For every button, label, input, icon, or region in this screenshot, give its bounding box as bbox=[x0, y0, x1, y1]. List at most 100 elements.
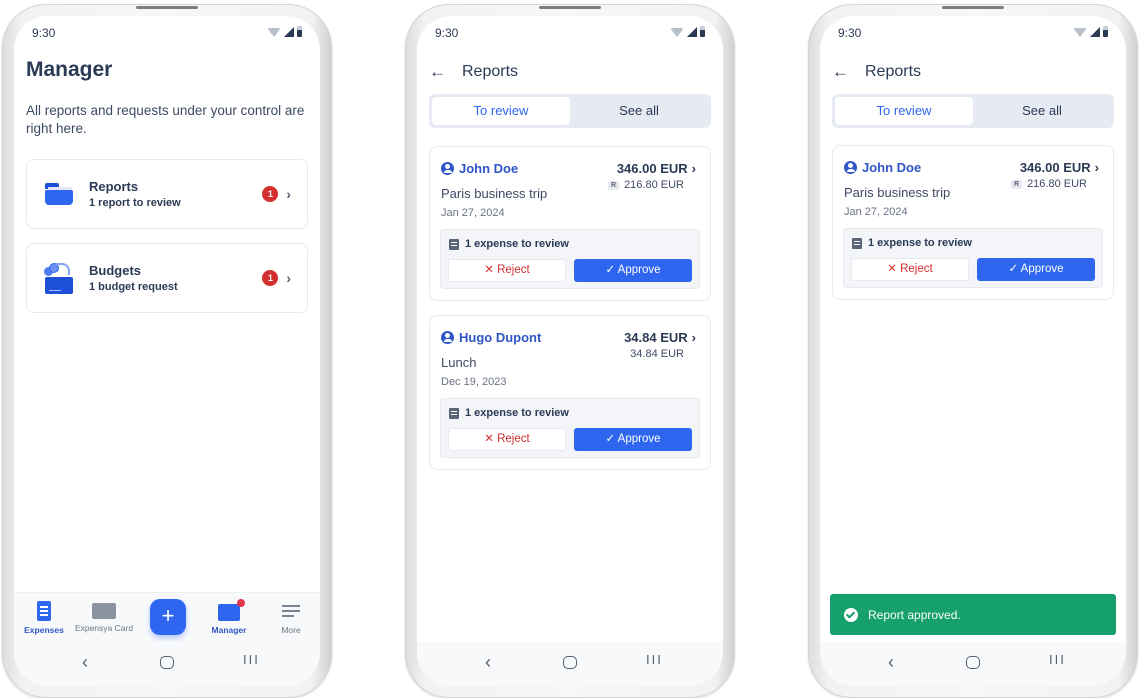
report-purpose: Paris business trip bbox=[441, 186, 548, 201]
reject-button[interactable]: ✕ Reject bbox=[851, 258, 969, 281]
tab-to-review[interactable]: To review bbox=[432, 97, 570, 125]
report-card[interactable]: John Doe Paris business trip Jan 27, 202… bbox=[832, 145, 1114, 300]
screen-reports: 9:30 ← Reports To review See all John Do… bbox=[417, 16, 723, 686]
chevron-right-icon: › bbox=[286, 270, 291, 286]
nav-home-icon[interactable] bbox=[563, 656, 577, 669]
segmented-control: To review See all bbox=[832, 94, 1114, 128]
signal-icon bbox=[284, 27, 294, 37]
expenses-to-review: 1 expense to review bbox=[868, 237, 972, 249]
screen-reports-approved: 9:30 ← Reports To review See all John Do… bbox=[820, 16, 1126, 686]
user-icon bbox=[844, 161, 857, 174]
tab-see-all[interactable]: See all bbox=[973, 97, 1111, 125]
phone-reports: 9:30 ← Reports To review See all John Do… bbox=[405, 4, 735, 698]
employee-name: Hugo Dupont bbox=[459, 330, 542, 345]
status-time: 9:30 bbox=[435, 26, 459, 40]
report-date: Jan 27, 2024 bbox=[441, 207, 505, 219]
back-arrow-icon[interactable]: ← bbox=[832, 62, 849, 82]
nav-home-icon[interactable] bbox=[160, 656, 174, 669]
tab-manager[interactable]: Manager bbox=[199, 599, 259, 635]
speaker bbox=[539, 6, 601, 9]
reimbursable-amount: 34.84 EUR bbox=[630, 348, 684, 360]
tab-label: Manager bbox=[211, 625, 247, 635]
review-panel: 1 expense to review ✕ Reject ✓ Approve bbox=[440, 229, 700, 289]
nav-recents-icon[interactable]: III bbox=[243, 652, 260, 667]
nav-back-icon[interactable]: ‹ bbox=[485, 652, 491, 673]
back-arrow-icon[interactable]: ← bbox=[429, 62, 446, 82]
reject-button[interactable]: ✕ Reject bbox=[448, 428, 566, 451]
check-circle-icon bbox=[844, 607, 858, 622]
nav-back-icon[interactable]: ‹ bbox=[888, 652, 894, 673]
page-title: Manager bbox=[26, 58, 113, 81]
nav-home-icon[interactable] bbox=[966, 656, 980, 669]
tab-more[interactable]: More bbox=[261, 601, 320, 635]
employee-name: John Doe bbox=[862, 160, 922, 175]
screen-manager: 9:30 Manager All reports and requests un… bbox=[14, 16, 320, 686]
success-toast: Report approved. bbox=[830, 594, 1116, 635]
check-icon: ✓ bbox=[605, 264, 616, 276]
tab-label: Expenses bbox=[24, 625, 64, 635]
menu-item-subtitle: 1 report to review bbox=[89, 197, 181, 209]
reports-menu-item[interactable]: Reports 1 report to review 1 › bbox=[26, 159, 308, 229]
system-nav-bar: ‹ III bbox=[417, 642, 723, 686]
tab-to-review[interactable]: To review bbox=[835, 97, 973, 125]
chevron-right-icon: › bbox=[286, 186, 291, 202]
approve-label: Approve bbox=[1020, 263, 1064, 275]
speaker bbox=[942, 6, 1004, 9]
chevron-right-icon: › bbox=[691, 161, 696, 176]
chevron-right-icon: › bbox=[691, 330, 696, 345]
system-nav-bar: ‹ III bbox=[820, 642, 1126, 686]
reject-label: Reject bbox=[497, 433, 530, 445]
reimbursable-amount: 216.80 EUR bbox=[1027, 178, 1087, 190]
add-button[interactable]: + bbox=[150, 599, 186, 635]
page-header: ← Reports bbox=[832, 62, 921, 82]
reject-label: Reject bbox=[900, 263, 933, 275]
budgets-menu-item[interactable]: Budgets 1 budget request 1 › bbox=[26, 243, 308, 313]
menu-item-title: Budgets bbox=[89, 263, 141, 278]
x-icon: ✕ bbox=[484, 433, 494, 445]
battery-icon bbox=[700, 26, 705, 37]
nav-recents-icon[interactable]: III bbox=[646, 652, 663, 667]
wifi-icon bbox=[1073, 28, 1087, 37]
status-time: 9:30 bbox=[838, 26, 862, 40]
user-icon bbox=[441, 162, 454, 175]
notification-dot bbox=[237, 599, 245, 607]
tab-expensya-card[interactable]: Expensya Card bbox=[74, 601, 134, 633]
page-description: All reports and requests under your cont… bbox=[26, 103, 305, 136]
battery-icon bbox=[1103, 26, 1108, 37]
status-bar: 9:30 bbox=[820, 16, 1126, 48]
report-card[interactable]: John Doe Paris business trip Jan 27, 202… bbox=[429, 146, 711, 301]
reimbursable-badge: R bbox=[1011, 179, 1023, 189]
budget-icon bbox=[43, 263, 75, 294]
tab-label: Expensya Card bbox=[74, 623, 134, 633]
battery-icon bbox=[297, 26, 302, 37]
menu-item-title: Reports bbox=[89, 179, 139, 194]
list-icon bbox=[449, 407, 459, 419]
status-time: 9:30 bbox=[32, 26, 56, 40]
review-panel: 1 expense to review ✕ Reject ✓ Approve bbox=[440, 398, 700, 458]
status-bar: 9:30 bbox=[417, 16, 723, 48]
reimbursable-amount: 216.80 EUR bbox=[624, 179, 684, 191]
expenses-to-review: 1 expense to review bbox=[465, 407, 569, 419]
tab-see-all[interactable]: See all bbox=[570, 97, 708, 125]
report-card[interactable]: Hugo Dupont Lunch Dec 19, 2023 34.84 EUR… bbox=[429, 315, 711, 470]
x-icon: ✕ bbox=[887, 263, 897, 275]
expenses-to-review: 1 expense to review bbox=[465, 238, 569, 250]
report-amount: 346.00 EUR bbox=[616, 161, 688, 176]
report-date: Dec 19, 2023 bbox=[441, 376, 507, 388]
user-icon bbox=[441, 331, 454, 344]
approve-button[interactable]: ✓ Approve bbox=[977, 258, 1095, 281]
nav-recents-icon[interactable]: III bbox=[1049, 652, 1066, 667]
folder-icon bbox=[43, 179, 75, 209]
menu-item-subtitle: 1 budget request bbox=[89, 281, 178, 293]
check-icon: ✓ bbox=[605, 433, 616, 445]
page-title: Reports bbox=[865, 63, 922, 80]
approve-button[interactable]: ✓ Approve bbox=[574, 428, 692, 451]
reject-label: Reject bbox=[497, 264, 530, 276]
signal-icon bbox=[687, 27, 697, 37]
tab-expenses[interactable]: Expenses bbox=[14, 601, 74, 635]
approve-button[interactable]: ✓ Approve bbox=[574, 259, 692, 282]
expenses-icon bbox=[37, 601, 51, 621]
nav-back-icon[interactable]: ‹ bbox=[82, 652, 88, 673]
reject-button[interactable]: ✕ Reject bbox=[448, 259, 566, 282]
chevron-right-icon: › bbox=[1094, 160, 1099, 175]
